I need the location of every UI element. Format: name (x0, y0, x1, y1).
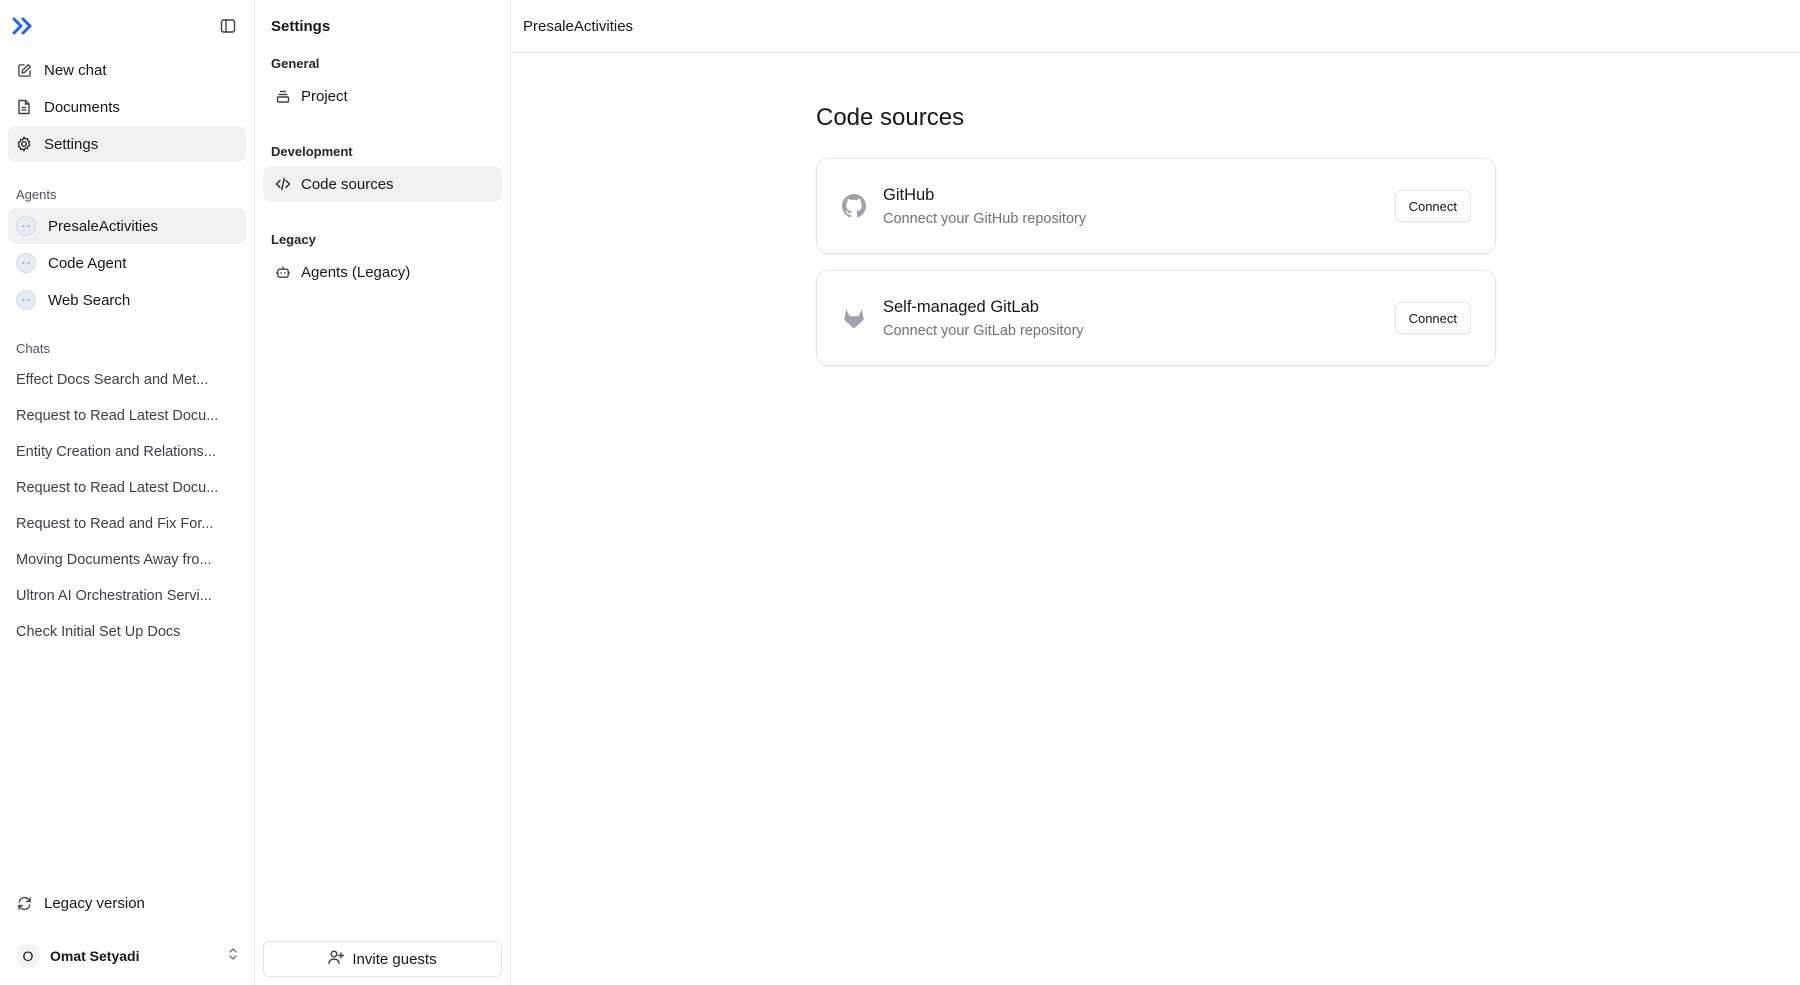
settings-item-code-sources[interactable]: Code sources (263, 166, 502, 202)
main-content: PresaleActivities Code sources GitHub Co… (511, 0, 1800, 985)
settings-item-agents-legacy[interactable]: Agents (Legacy) (263, 254, 502, 290)
chat-item[interactable]: Effect Docs Search and Met... (0, 362, 254, 398)
nav-settings[interactable]: Settings (8, 126, 246, 162)
agent-label: Web Search (48, 291, 131, 309)
nav-new-chat[interactable]: New chat (8, 52, 246, 88)
source-description: Connect your GitHub repository (883, 210, 1087, 227)
settings-group-label: Development (271, 143, 353, 159)
edit-icon (16, 62, 32, 78)
topbar: PresaleActivities (511, 0, 1800, 53)
agent-item-web-search[interactable]: Web Search (8, 282, 246, 318)
settings-group-label: Legacy (271, 231, 316, 247)
agent-label: Code Agent (48, 254, 127, 272)
settings-sidebar: Settings General Project Development Cod… (255, 0, 511, 985)
settings-group-label: General (271, 55, 320, 71)
nav-label: Settings (44, 135, 99, 153)
chat-item[interactable]: Check Initial Set Up Docs (0, 614, 254, 650)
agent-item-code-agent[interactable]: Code Agent (8, 245, 246, 281)
code-sources-panel: Code sources GitHub Connect your GitHub … (816, 104, 1496, 382)
agent-avatar-icon (16, 253, 36, 273)
source-card-gitlab: Self-managed GitLab Connect your GitLab … (816, 270, 1496, 366)
sidebar-footer: Legacy version O Omat Setyadi (0, 885, 254, 985)
agent-avatar-icon (16, 290, 36, 310)
settings-title: Settings (271, 17, 331, 35)
main-sidebar: New chat Documents Settings Agents Presa… (0, 0, 255, 985)
chat-item[interactable]: Moving Documents Away fro... (0, 542, 254, 578)
chat-item[interactable]: Ultron AI Orchestration Servi... (0, 578, 254, 614)
source-title: Self-managed GitLab (883, 297, 1039, 316)
chats-section-label: Chats (16, 340, 50, 356)
breadcrumb: PresaleActivities (523, 17, 634, 35)
connect-gitlab-button[interactable]: Connect (1394, 302, 1471, 334)
source-card-github: GitHub Connect your GitHub repository Co… (816, 158, 1496, 254)
app-root: New chat Documents Settings Agents Presa… (0, 0, 1800, 985)
settings-group-general: General Project (255, 52, 510, 114)
source-card-text: GitHub Connect your GitHub repository (883, 186, 1395, 227)
double-chevron-right-icon[interactable] (12, 15, 34, 37)
sidebar-toggle-icon[interactable] (217, 15, 239, 37)
agent-item-presaleactivities[interactable]: PresaleActivities (8, 208, 246, 244)
chevron-up-down-icon (228, 947, 238, 966)
settings-group-development: Development Code sources (255, 140, 510, 202)
nav-documents[interactable]: Documents (8, 89, 246, 125)
source-title: GitHub (883, 185, 935, 204)
invite-guests-button[interactable]: Invite guests (263, 941, 502, 977)
github-icon (841, 193, 867, 219)
settings-item-label: Code sources (301, 175, 394, 193)
gitlab-icon (841, 305, 867, 331)
source-card-text: Self-managed GitLab Connect your GitLab … (883, 298, 1395, 339)
user-menu[interactable]: O Omat Setyadi (8, 935, 246, 977)
nav-label: New chat (44, 61, 107, 79)
agent-label: PresaleActivities (48, 217, 159, 235)
chat-item[interactable]: Request to Read Latest Docu... (0, 398, 254, 434)
page-title: Code sources (816, 104, 965, 131)
settings-group-legacy: Legacy Agents (Legacy) (255, 228, 510, 290)
code-icon (275, 176, 291, 192)
chat-item[interactable]: Request to Read and Fix For... (0, 506, 254, 542)
sidebar-header (0, 0, 254, 52)
legacy-version-link[interactable]: Legacy version (8, 885, 246, 921)
chat-item[interactable]: Request to Read Latest Docu... (0, 470, 254, 506)
invite-guests-label: Invite guests (352, 950, 437, 968)
legacy-version-label: Legacy version (44, 894, 145, 912)
agents-list: PresaleActivities Code Agent Web Search (0, 208, 254, 318)
refresh-icon (16, 895, 32, 911)
nav-label: Documents (44, 98, 120, 116)
agents-section-label: Agents (16, 186, 57, 202)
avatar: O (16, 944, 40, 968)
gear-icon (16, 136, 32, 152)
layers-icon (275, 88, 291, 104)
settings-item-label: Project (301, 87, 348, 105)
document-icon (16, 99, 32, 115)
bot-icon (275, 264, 291, 280)
connect-github-button[interactable]: Connect (1394, 190, 1471, 222)
user-name: Omat Setyadi (50, 948, 140, 964)
source-description: Connect your GitLab repository (883, 322, 1084, 339)
settings-item-label: Agents (Legacy) (301, 263, 411, 281)
chat-item[interactable]: Entity Creation and Relations... (0, 434, 254, 470)
user-plus-icon (328, 949, 345, 969)
settings-item-project[interactable]: Project (263, 78, 502, 114)
agent-avatar-icon (16, 216, 36, 236)
chats-list: Effect Docs Search and Met... Request to… (0, 362, 254, 650)
sidebar-nav: New chat Documents Settings (0, 52, 254, 162)
